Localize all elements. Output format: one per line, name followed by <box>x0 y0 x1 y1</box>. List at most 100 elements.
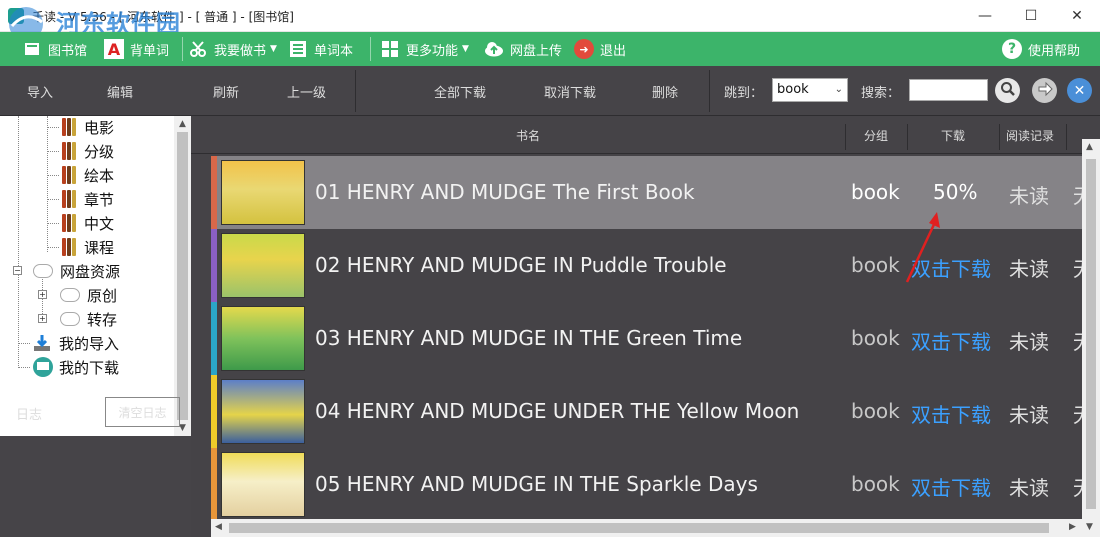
refresh-button[interactable]: 刷新 <box>213 82 239 101</box>
column-separator <box>845 124 846 150</box>
book-icon <box>62 166 78 184</box>
column-separator <box>907 124 908 150</box>
clear-search-button[interactable]: ✕ <box>1067 78 1092 103</box>
double-click-download-link[interactable]: 双击下载 <box>911 399 991 428</box>
table-row[interactable]: 05 HENRY AND MUDGE IN THE Sparkle Days b… <box>211 448 1087 521</box>
tree-item-label: 我的下载 <box>59 358 120 377</box>
tree-connector <box>47 127 59 128</box>
import-button[interactable]: 导入 <box>27 82 53 101</box>
book-cover <box>211 229 307 302</box>
up-level-button[interactable]: 上一级 <box>287 82 326 101</box>
jump-select[interactable]: book ⌄ <box>772 78 848 102</box>
library-main: 刷新 上一级 全部下载 取消下载 删除 跳到： book ⌄ 搜索： ✕ 书名 <box>191 66 1100 537</box>
book-icon <box>62 238 78 256</box>
scroll-right-icon[interactable]: ▶ <box>1069 522 1076 532</box>
tree-expand-toggle[interactable]: + <box>38 314 47 323</box>
scroll-up-icon[interactable]: ▲ <box>1086 142 1093 152</box>
help-icon: ? <box>1002 39 1022 59</box>
help-label: 使用帮助 <box>1028 43 1081 59</box>
vocabulary-button[interactable]: A 背单词 <box>104 32 169 66</box>
scroll-down-icon[interactable]: ▼ <box>1086 522 1093 532</box>
double-click-download-link[interactable]: 双击下载 <box>911 472 991 501</box>
left-panel-toolbar: 导入 编辑 <box>0 66 191 116</box>
exit-button[interactable]: ➜ 退出 <box>574 32 626 66</box>
book-title: 05 HENRY AND MUDGE IN THE Sparkle Days <box>315 472 758 496</box>
make-book-button[interactable]: 我要做书 ▼ <box>188 32 277 66</box>
read-status: 未读 <box>1009 257 1049 281</box>
column-title[interactable]: 书名 <box>516 127 540 144</box>
maximize-button[interactable]: ☐ <box>1008 0 1054 31</box>
table-horizontal-scrollbar[interactable]: ◀ ▶ <box>211 519 1082 537</box>
close-window-button[interactable]: ✕ <box>1054 0 1100 31</box>
book-cover <box>211 156 307 229</box>
next-button[interactable] <box>1032 78 1057 103</box>
import-icon <box>33 334 51 352</box>
word-book-label: 单词本 <box>314 43 354 59</box>
table-row[interactable]: 03 HENRY AND MUDGE IN THE Green Time boo… <box>211 302 1087 375</box>
tree-connector <box>47 247 59 248</box>
help-button[interactable]: ? 使用帮助 <box>1002 32 1080 66</box>
delete-button[interactable]: 删除 <box>652 82 678 101</box>
library-button[interactable]: 图书馆 <box>22 32 87 66</box>
tree-item-original[interactable]: 原创 <box>60 284 117 306</box>
edit-button[interactable]: 编辑 <box>107 82 133 101</box>
scissors-icon <box>188 39 208 59</box>
tree-item-chapter[interactable]: 章节 <box>62 188 114 210</box>
tree-item-course[interactable]: 课程 <box>62 236 114 258</box>
cloud-icon <box>60 312 80 326</box>
left-panel: 导入 编辑 电影 分级 绘本 章节 中文 课程 − 网盘资源 + 原创 + 转存… <box>0 66 191 537</box>
cloud-upload-button[interactable]: 网盘上传 <box>484 32 562 66</box>
column-group[interactable]: 分组 <box>864 127 888 144</box>
tree-item-chinese[interactable]: 中文 <box>62 212 114 234</box>
tree-item-my-downloads[interactable]: 我的下载 <box>33 356 119 378</box>
search-button[interactable] <box>995 78 1020 103</box>
tree-collapse-toggle[interactable]: − <box>13 266 22 275</box>
word-book-button[interactable]: 单词本 <box>288 32 353 66</box>
table-vertical-scrollbar[interactable]: ▲ ▼ <box>1082 139 1100 537</box>
tree-item-picture-book[interactable]: 绘本 <box>62 164 114 186</box>
minimize-button[interactable]: — <box>962 0 1008 31</box>
table-row[interactable]: 02 HENRY AND MUDGE IN Puddle Trouble boo… <box>211 229 1087 302</box>
title-bar: 千读 - V 5.36 - [ 河东软件 ] - [ 普通 ] - [图书馆] … <box>0 0 1100 32</box>
cancel-download-button[interactable]: 取消下载 <box>544 82 596 101</box>
search-input[interactable] <box>909 79 988 101</box>
tree-item-my-imports[interactable]: 我的导入 <box>33 332 119 354</box>
double-click-download-link[interactable]: 双击下载 <box>911 326 991 355</box>
tree-scrollbar[interactable]: ▲ ▼ <box>174 116 191 436</box>
book-icon <box>62 118 78 136</box>
table-row[interactable]: 04 HENRY AND MUDGE UNDER THE Yellow Moon… <box>211 375 1087 448</box>
tree-item-label: 绘本 <box>84 166 115 185</box>
tree-connector <box>18 116 19 368</box>
column-read-record[interactable]: 阅读记录 <box>1006 127 1054 144</box>
scroll-thumb[interactable] <box>177 132 188 420</box>
more-functions-label: 更多功能 <box>406 43 459 59</box>
tree-item-label: 中文 <box>84 214 115 233</box>
more-functions-button[interactable]: 更多功能 ▼ <box>380 32 469 66</box>
tree-item-movie[interactable]: 电影 <box>62 116 114 138</box>
book-icon <box>62 190 78 208</box>
book-title: 04 HENRY AND MUDGE UNDER THE Yellow Moon <box>315 399 800 423</box>
book-group: book <box>851 399 900 423</box>
table-row[interactable]: 01 HENRY AND MUDGE The First Book book 5… <box>211 156 1087 229</box>
tree-connector <box>47 116 48 252</box>
arrow-right-icon <box>1037 81 1053 101</box>
tree-item-label: 分级 <box>84 142 115 161</box>
download-all-button[interactable]: 全部下载 <box>434 82 486 101</box>
scroll-up-icon[interactable]: ▲ <box>174 116 191 132</box>
column-download[interactable]: 下载 <box>941 127 965 144</box>
main-menu-toolbar: 图书馆 A 背单词 我要做书 ▼ 单词本 更多功能 ▼ 网盘上传 ➜ 退出 ? <box>0 32 1100 66</box>
tree-item-saved[interactable]: 转存 <box>60 308 117 330</box>
book-cover <box>211 375 307 448</box>
tree-item-graded[interactable]: 分级 <box>62 140 114 162</box>
scroll-thumb[interactable] <box>1086 159 1096 509</box>
chevron-down-icon: ▼ <box>270 44 277 54</box>
jump-select-value: book <box>777 82 809 97</box>
tree-item-cloud-resources[interactable]: 网盘资源 <box>33 260 120 282</box>
annotation-arrow-icon <box>905 212 940 283</box>
clear-log-button[interactable]: 清空日志 <box>105 397 180 427</box>
tree-connector <box>18 343 30 344</box>
scroll-left-icon[interactable]: ◀ <box>215 522 222 532</box>
tree-expand-toggle[interactable]: + <box>38 290 47 299</box>
scroll-thumb[interactable] <box>229 523 1049 533</box>
cloud-icon <box>33 264 53 278</box>
